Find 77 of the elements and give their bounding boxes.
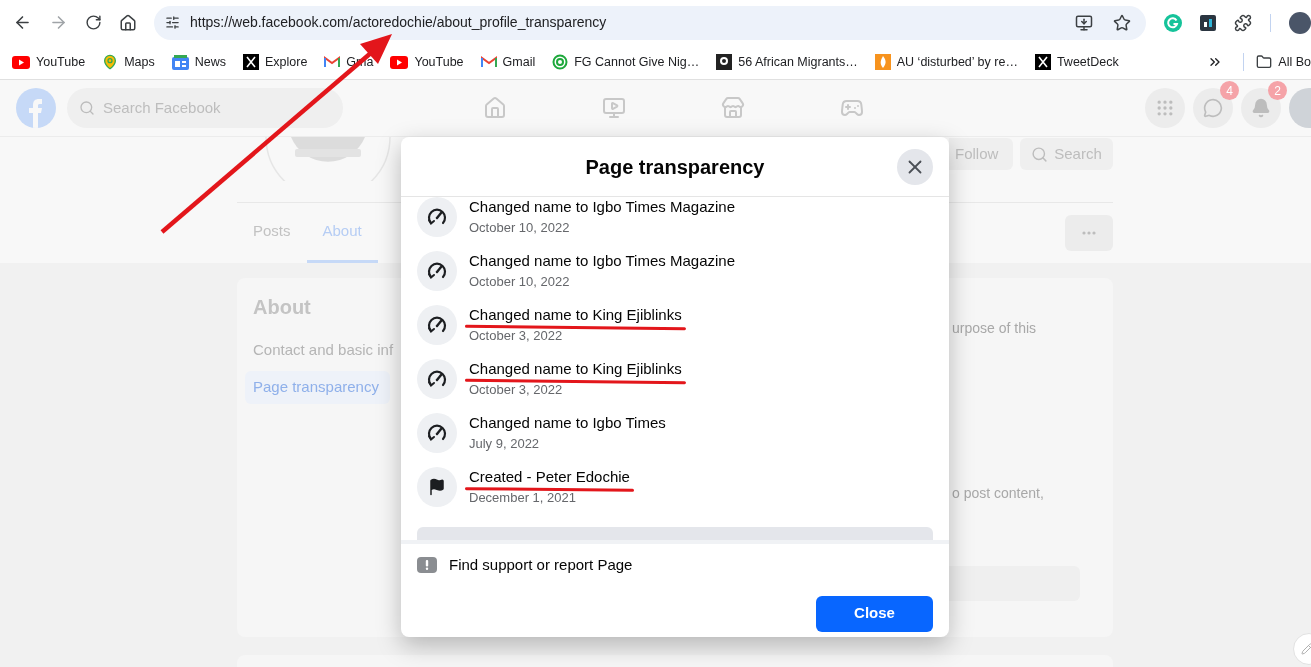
entry-title: Changed name to Igbo Times	[469, 414, 666, 432]
chat-bubble-icon	[1203, 98, 1223, 118]
flag-icon	[417, 467, 457, 507]
grammar-extension-icon[interactable]	[1164, 13, 1182, 32]
bookmark-item[interactable]: 56 African Migrants…	[716, 52, 858, 72]
extension-logo-icon[interactable]	[1200, 14, 1216, 31]
ring-logo-icon	[552, 54, 569, 70]
entry-date: October 10, 2022	[469, 274, 571, 291]
reload-icon[interactable]	[85, 14, 102, 31]
gauge-icon	[417, 359, 457, 399]
folder-icon	[1256, 54, 1273, 70]
home-icon[interactable]	[119, 13, 137, 32]
body-text: urpose of this	[951, 319, 1038, 338]
envelope-icon	[480, 56, 497, 68]
search-icon	[1031, 145, 1049, 163]
entry-title: Created - Peter Edochie	[469, 468, 630, 486]
search-icon	[79, 100, 95, 116]
entry-date: July 9, 2022	[469, 436, 541, 453]
site-settings-icon[interactable]	[164, 15, 180, 30]
dialog-title: Page transparency	[585, 154, 765, 180]
bookmark-item[interactable]: Explore	[242, 52, 308, 72]
entry-title: Changed name to Igbo Times Magazine	[469, 198, 735, 216]
pencil-icon	[1301, 643, 1311, 655]
bookmark-item[interactable]: YouTube	[12, 52, 86, 72]
menu-button[interactable]	[1145, 88, 1185, 128]
more-options-button[interactable]	[1065, 215, 1113, 251]
entry-title: Changed name to King Ejiblinks	[469, 306, 682, 324]
gauge-icon	[417, 413, 457, 453]
map-pin-icon	[102, 54, 119, 70]
count-badge: 2	[1268, 81, 1287, 100]
entry-date: December 1, 2021	[469, 490, 577, 507]
envelope-icon	[324, 56, 341, 68]
entry-date: October 10, 2022	[469, 220, 571, 237]
gauge-icon	[417, 251, 457, 291]
count-badge: 4	[1220, 81, 1239, 100]
back-icon[interactable]	[13, 13, 32, 32]
address-bar[interactable]: https://web.facebook.com/actoredochie/about_profile_transparency	[154, 5, 1146, 40]
bookmark-item[interactable]: Maps	[102, 52, 155, 72]
entry-title: Changed name to Igbo Times Magazine	[469, 252, 735, 270]
extensions-icon[interactable]	[1234, 13, 1252, 32]
grid-icon	[1155, 98, 1175, 118]
bookmark-item[interactable]: News	[171, 52, 226, 72]
entry-date: October 3, 2022	[469, 382, 564, 399]
alert-icon	[417, 557, 437, 574]
marketplace-icon[interactable]	[721, 96, 745, 120]
gauge-icon	[417, 197, 457, 237]
profile-avatar[interactable]	[1289, 11, 1311, 34]
all-bookmarks-item[interactable]: All Bo	[1256, 52, 1311, 72]
bell-icon	[1251, 98, 1271, 118]
entry-title: Changed name to King Ejiblinks	[469, 360, 682, 378]
bookmark-item[interactable]: Gmail	[480, 52, 536, 72]
bookmark-item[interactable]: AU ‘disturbed’ by re…	[874, 52, 1018, 72]
close-button[interactable]	[897, 149, 933, 185]
flame-logo-icon	[874, 54, 891, 70]
bookmark-item[interactable]: FG Cannot Give Nig…	[552, 52, 700, 72]
x-logo-icon	[1034, 54, 1051, 70]
site-logo-icon	[716, 54, 733, 70]
x-logo-icon	[242, 54, 259, 70]
report-link[interactable]: Find support or report Page	[449, 554, 633, 577]
close-button[interactable]: Close	[816, 595, 933, 632]
newspaper-icon	[171, 54, 189, 70]
bookmark-item[interactable]: TweetDeck	[1034, 52, 1119, 72]
video-play-icon	[390, 55, 409, 69]
messenger-button[interactable]	[1193, 88, 1233, 128]
notifications-button[interactable]	[1241, 88, 1281, 128]
bookmark-star-icon[interactable]	[1113, 13, 1131, 32]
video-play-icon	[12, 55, 30, 69]
gauge-icon	[417, 305, 457, 345]
url-text: https://web.facebook.com/actoredochie/about_profile_transparency	[190, 13, 607, 32]
bookmark-item[interactable]: YouTube	[390, 52, 464, 72]
entry-date: October 3, 2022	[469, 328, 564, 345]
facebook-logo[interactable]	[16, 88, 56, 128]
body-text: o post content,	[951, 484, 1045, 503]
video-icon[interactable]	[602, 96, 626, 120]
forward-icon[interactable]	[49, 13, 68, 32]
install-app-icon[interactable]	[1075, 13, 1093, 32]
ellipsis-icon	[1082, 231, 1096, 235]
